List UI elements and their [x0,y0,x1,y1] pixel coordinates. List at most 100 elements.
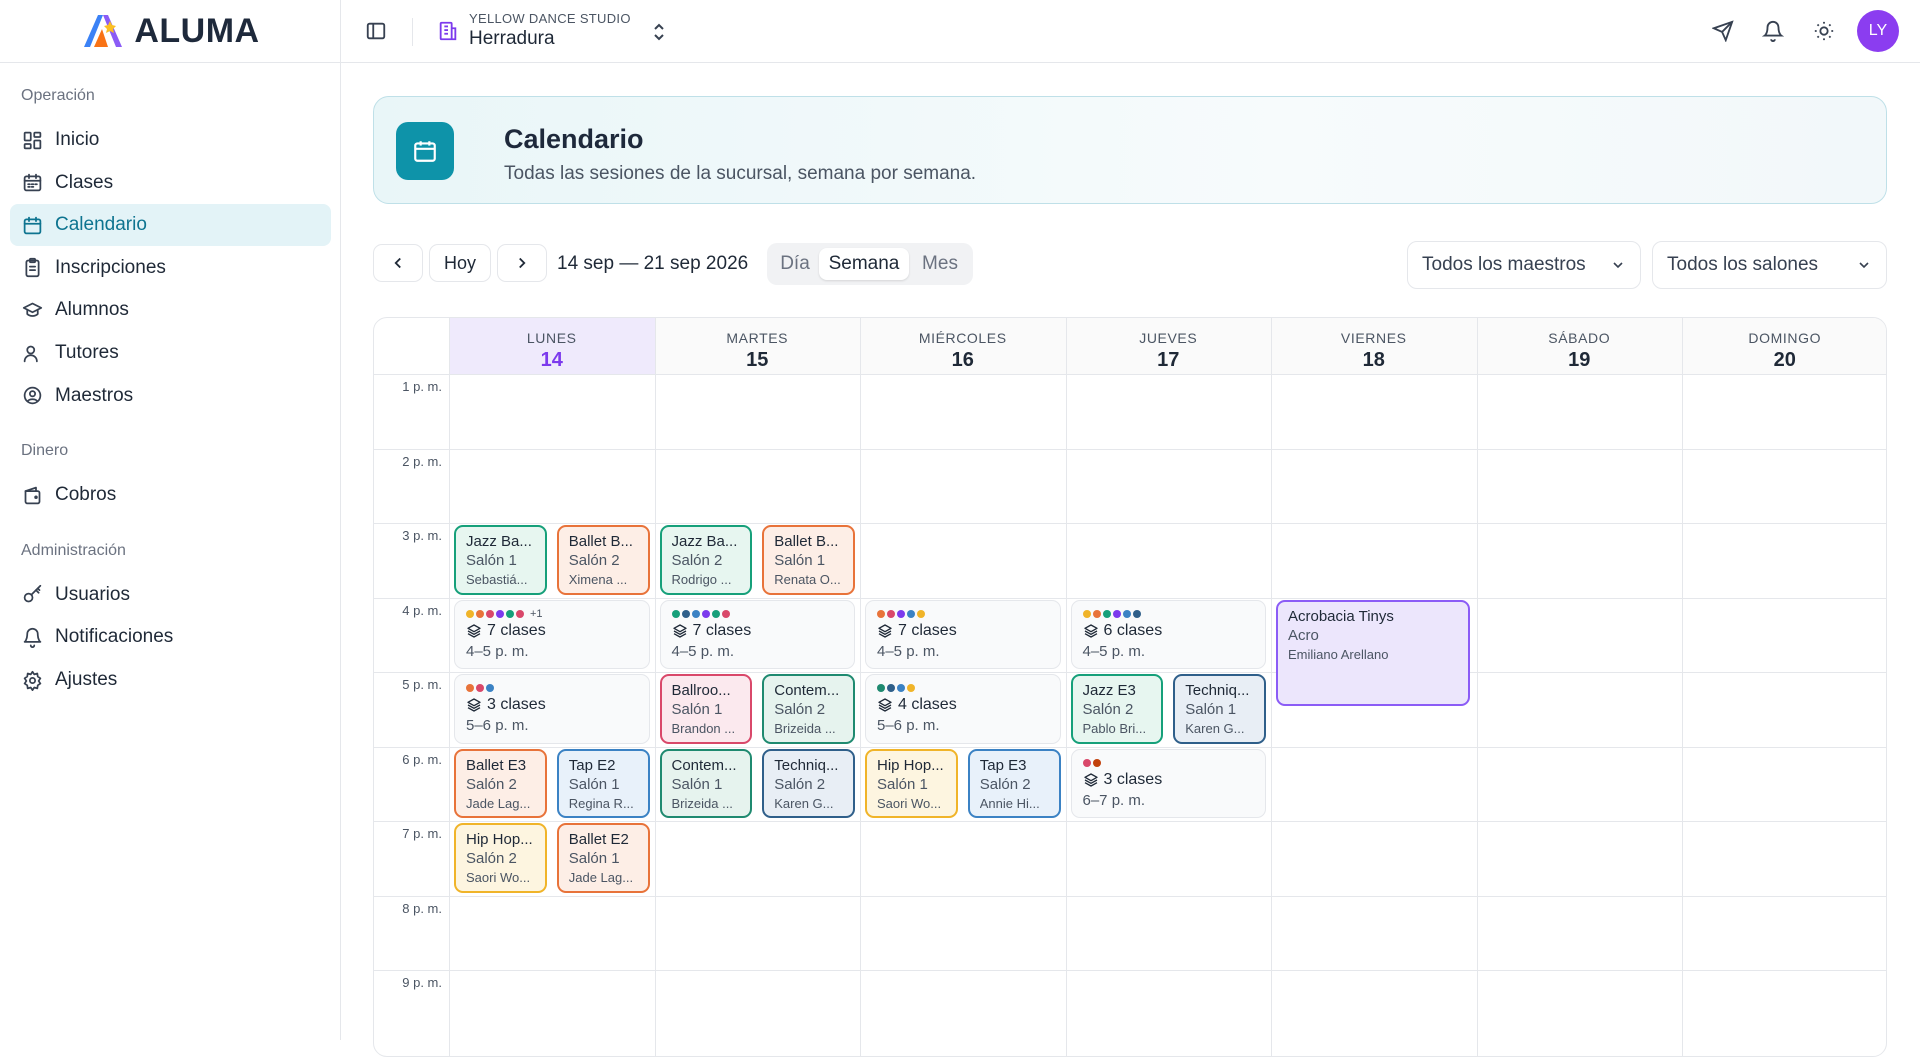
sidebar-item-usuarios[interactable]: Usuarios [10,574,331,616]
teacher-filter-select[interactable]: Todos los maestros [1407,241,1641,289]
event-title: Ballet E2 [569,831,648,848]
event-title: Hip Hop... [877,757,956,774]
group-time: 4–5 p. m. [672,643,855,660]
class-event[interactable]: Tap E2Salón 1Regina R... [557,749,650,819]
calendar-toolbar: Hoy 14 sep — 21 sep 2026 Día Semana Mes … [373,241,1887,287]
sidebar-item-cobros[interactable]: Cobros [10,474,331,516]
class-event[interactable]: Techniq...Salón 2Karen G... [762,749,855,819]
event-title: Jazz Ba... [466,533,545,550]
next-week-button[interactable] [497,244,547,282]
toggle-sidebar-button[interactable] [365,20,389,44]
event-teacher: Brizeida ... [774,721,853,736]
chevron-right-icon [513,254,531,272]
class-group-card[interactable]: 7 clases 4–5 p. m. [660,600,856,670]
hour-label: 9 p. m. [374,975,442,990]
date-range-label: 14 sep — 21 sep 2026 [557,253,748,275]
class-event[interactable]: Hip Hop...Salón 1Saori Wo... [865,749,958,819]
class-event[interactable]: Tap E3Salón 2Annie Hi... [968,749,1061,819]
class-event[interactable]: Contem...Salón 1Brizeida ... [660,749,753,819]
class-group-card[interactable]: 4 clases 5–6 p. m. [865,674,1061,744]
brand-logo[interactable]: ALUMA [0,0,340,63]
class-group-card[interactable]: 6 clases 4–5 p. m. [1071,600,1267,670]
sidebar-item-alumnos[interactable]: Alumnos [10,289,331,331]
day-column-line [860,318,861,1056]
class-event[interactable]: Ballet B...Salón 1Renata O... [762,525,855,595]
teacher-filter-value: Todos los maestros [1422,254,1586,275]
class-color-dot [692,610,700,618]
day-header[interactable]: LUNES14 [449,318,655,374]
day-header[interactable]: MARTES15 [655,318,861,374]
more-count: +1 [530,608,543,620]
sidebar-item-calendario[interactable]: Calendario [10,204,331,246]
event-title: Ballet E3 [466,757,545,774]
class-event[interactable]: Techniq...Salón 1Karen G... [1173,674,1266,744]
view-month-tab[interactable]: Mes [913,248,967,280]
class-event[interactable]: Ballroo...Salón 1Brandon ... [660,674,753,744]
event-room: Salón 1 [569,776,648,793]
notifications-button[interactable] [1762,20,1786,44]
branch-switcher[interactable]: YELLOW DANCE STUDIO Herradura [437,8,667,54]
event-teacher: Karen G... [774,796,853,811]
group-count: 7 clases [672,622,855,640]
class-event[interactable]: Ballet B...Salón 2Ximena ... [557,525,650,595]
page-header-card: Calendario Todas las sesiones de la sucu… [373,96,1887,204]
class-group-card[interactable]: 3 clases 5–6 p. m. [454,674,650,744]
class-color-dot [486,684,494,692]
send-button[interactable] [1712,20,1736,44]
sidebar-item-ajustes[interactable]: Ajustes [10,659,331,701]
day-column-line [449,318,450,1056]
class-group-card[interactable]: 3 clases 6–7 p. m. [1071,749,1267,819]
class-event[interactable]: Jazz E3Salón 2Pablo Bri... [1071,674,1164,744]
bell-icon [1762,20,1784,42]
day-header[interactable]: DOMINGO20 [1682,318,1887,374]
sidebar-item-inscripciones[interactable]: Inscripciones [10,247,331,289]
class-event[interactable]: Jazz Ba...Salón 2Rodrigo ... [660,525,753,595]
class-group-card[interactable]: 7 clases 4–5 p. m. [865,600,1061,670]
send-icon [1712,20,1734,42]
event-title: Techniq... [774,757,853,774]
day-header[interactable]: SÁBADO19 [1477,318,1683,374]
room-filter-select[interactable]: Todos los salones [1652,241,1887,289]
class-event[interactable]: Ballet E3Salón 2Jade Lag... [454,749,547,819]
sidebar-item-inicio[interactable]: Inicio [10,119,331,161]
theme-toggle-button[interactable] [1813,20,1837,44]
sidebar-item-notificaciones[interactable]: Notificaciones [10,616,331,658]
brand-name: ALUMA [134,12,259,51]
bell-icon [22,627,43,648]
sidebar-item-tutores[interactable]: Tutores [10,332,331,374]
group-count: 3 clases [1083,771,1266,789]
aluma-logo-icon [80,11,126,51]
event-room: Salón 1 [774,552,853,569]
prev-week-button[interactable] [373,244,423,282]
group-count: 7 clases [877,622,1060,640]
event-teacher: Brizeida ... [672,796,751,811]
day-header[interactable]: VIERNES18 [1271,318,1477,374]
class-event[interactable]: Contem...Salón 2Brizeida ... [762,674,855,744]
class-event[interactable]: Ballet E2Salón 1Jade Lag... [557,823,650,893]
sidebar-item-clases[interactable]: Clases [10,162,331,204]
clipboard-icon [22,257,43,278]
class-group-card[interactable]: +1 7 clases 4–5 p. m. [454,600,650,670]
today-button[interactable]: Hoy [429,244,491,282]
hour-line [374,747,1886,748]
class-event[interactable]: Acrobacia TinysAcroEmiliano Arellano [1276,600,1470,707]
avatar[interactable]: LY [1857,10,1899,52]
hour-line [374,523,1886,524]
class-color-dot [496,610,504,618]
day-name: MARTES [655,330,861,346]
day-header[interactable]: MIÉRCOLES16 [860,318,1066,374]
day-date: 16 [860,349,1066,372]
sidebar-item-maestros[interactable]: Maestros [10,375,331,417]
event-title: Contem... [672,757,751,774]
day-header[interactable]: JUEVES17 [1066,318,1272,374]
group-time: 4–5 p. m. [877,643,1060,660]
class-event[interactable]: Hip Hop...Salón 2Saori Wo... [454,823,547,893]
layers-icon [466,623,482,639]
view-week-tab[interactable]: Semana [819,248,909,280]
event-room: Salón 2 [980,776,1059,793]
class-event[interactable]: Jazz Ba...Salón 1Sebastiá... [454,525,547,595]
event-room: Salón 2 [1083,701,1162,718]
class-dots [877,608,1060,620]
sidebar-item-label: Ajustes [55,669,117,691]
view-day-tab[interactable]: Día [773,248,817,280]
